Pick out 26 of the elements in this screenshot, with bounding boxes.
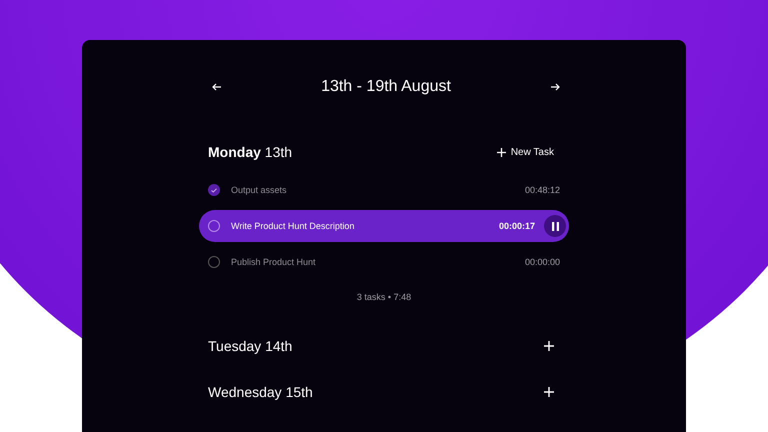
day-title: Monday 13th [208,144,292,160]
pause-icon [552,222,558,230]
arrow-right-icon[interactable] [550,83,560,91]
task-name: Output assets [231,185,288,195]
task-row[interactable]: Publish Product Hunt 00:00:00 [199,246,569,278]
task-name: Publish Product Hunt [231,257,317,267]
day-title[interactable]: Wednesday 15th [208,384,313,400]
task-name: Write Product Hunt Description [231,221,356,231]
active-task-row[interactable]: Write Product Hunt Description 00:00:17 [199,210,569,242]
task-time: 00:00:00 [524,257,560,267]
task-time: 00:00:17 [498,221,535,231]
arrow-left-icon[interactable] [212,83,222,91]
add-icon[interactable] [544,387,554,397]
add-icon[interactable] [544,341,554,351]
new-task-button[interactable]: New Task [496,146,554,158]
task-checkbox[interactable] [208,184,220,196]
day-title[interactable]: Tuesday 14th [208,338,292,354]
day-summary: 3 tasks • 7:48 [356,292,412,302]
task-checkbox[interactable] [208,256,220,268]
plus-icon [496,148,506,156]
check-icon [211,188,217,192]
task-time: 00:48:12 [524,185,560,195]
pause-button[interactable] [544,215,566,237]
week-title: 13th - 19th August [321,78,451,96]
task-checkbox[interactable] [208,220,220,232]
task-row[interactable]: Output assets 00:48:12 [199,174,569,206]
